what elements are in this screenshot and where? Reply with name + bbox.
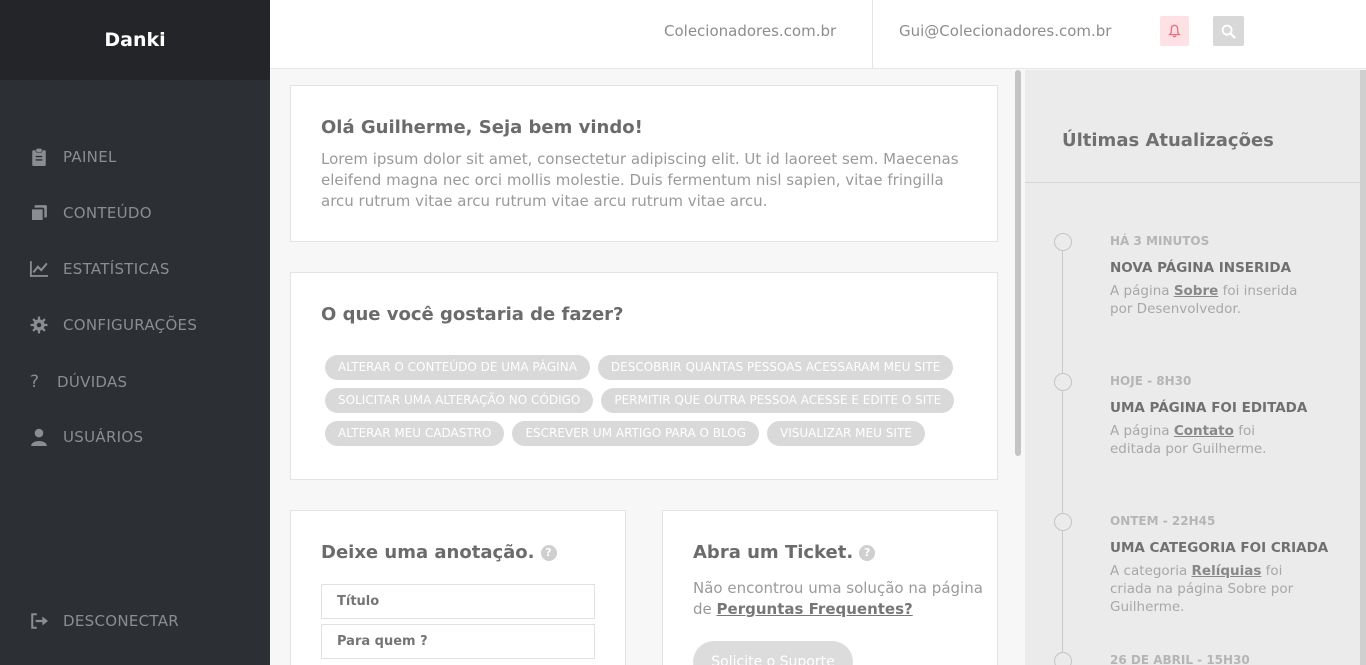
notifications-button[interactable] (1160, 16, 1189, 46)
updates-panel: Últimas Atualizações HÁ 3 MINUTOS NOVA P… (1025, 70, 1366, 665)
sidebar-item-painel[interactable]: PAINEL (30, 148, 117, 166)
action-chip[interactable]: ESCREVER UM ARTIGO PARA O BLOG (512, 421, 760, 446)
search-icon (1221, 24, 1236, 39)
event-time: HOJE - 8H30 (1110, 374, 1192, 388)
timeline-dot (1054, 373, 1072, 391)
top-bar: Colecionadores.com.br Gui@Colecionadores… (270, 0, 1366, 69)
action-chip[interactable]: ALTERAR O CONTEÚDO DE UMA PÁGINA (325, 355, 590, 380)
logout-label: DESCONECTAR (63, 612, 179, 630)
event-link[interactable]: Contato (1174, 423, 1234, 439)
brand-logo[interactable]: Danki (0, 0, 270, 80)
site-link[interactable]: Colecionadores.com.br (664, 22, 836, 40)
sign-out-icon (31, 613, 48, 629)
faq-link[interactable]: Perguntas Frequentes? (717, 600, 913, 618)
sidebar-item-label: PAINEL (63, 148, 117, 166)
event-link[interactable]: Sobre (1174, 283, 1218, 299)
note-title-input[interactable] (321, 584, 595, 619)
event-time: 26 DE ABRIL - 15H30 (1110, 653, 1250, 665)
event-title: UMA CATEGORIA FOI CRIADA (1110, 540, 1329, 556)
updates-title: Últimas Atualizações (1062, 130, 1274, 151)
sidebar-item-duvidas[interactable]: ? DÚVIDAS (30, 372, 127, 392)
timeline-line (1062, 242, 1063, 665)
help-icon[interactable]: ? (540, 544, 557, 561)
logout-button[interactable]: DESCONECTAR (30, 612, 179, 630)
action-chip[interactable]: PERMITIR QUE OUTRA PESSOA ACESSE E EDITE… (601, 388, 955, 413)
event-time: ONTEM - 22H45 (1110, 514, 1216, 528)
actions-title: O que você gostaria de fazer? (321, 304, 624, 325)
main-scrollbar[interactable] (1015, 70, 1021, 456)
clipboard-icon (32, 148, 46, 166)
timeline-dot (1054, 652, 1072, 665)
sidebar-item-configuracoes[interactable]: CONFIGURAÇÕES (30, 316, 197, 334)
note-heading: Deixe uma anotação. ? (321, 542, 557, 563)
help-icon[interactable]: ? (859, 544, 876, 561)
sidebar: Danki PAINEL CONTEÚDO ESTATÍSTICAS CONFI… (0, 0, 270, 665)
sidebar-item-label: CONTEÚDO (63, 204, 152, 222)
event-title: UMA PÁGINA FOI EDITADA (1110, 400, 1308, 416)
action-chip[interactable]: VISUALIZAR MEU SITE (767, 421, 925, 446)
question-icon: ? (30, 372, 40, 392)
user-icon (31, 428, 47, 446)
divider (872, 0, 873, 69)
chart-line-icon (30, 261, 48, 277)
event-text: A página Sobre foi inserida por Desenvol… (1110, 282, 1310, 318)
ticket-text: Não encontrou uma solução na página de P… (693, 578, 983, 620)
event-text-pre: A página (1110, 423, 1174, 439)
timeline-dot (1054, 233, 1072, 251)
welcome-card: Olá Guilherme, Seja bem vindo! Lorem ips… (290, 85, 998, 242)
note-recipient-input[interactable] (321, 624, 595, 659)
support-button[interactable]: Solicite o Suporte (693, 641, 853, 665)
event-link[interactable]: Relíquias (1192, 563, 1262, 579)
divider (1025, 182, 1366, 183)
note-title: Deixe uma anotação. (321, 542, 535, 563)
event-title: NOVA PÁGINA INSERIDA (1110, 260, 1292, 276)
sidebar-item-conteudo[interactable]: CONTEÚDO (30, 204, 152, 222)
action-chips: ALTERAR O CONTEÚDO DE UMA PÁGINA DESCOBR… (325, 355, 985, 454)
welcome-text: Lorem ipsum dolor sit amet, consectetur … (321, 150, 959, 210)
sidebar-item-estatisticas[interactable]: ESTATÍSTICAS (30, 260, 170, 278)
timeline-dot (1054, 513, 1072, 531)
gear-icon (30, 316, 48, 334)
sidebar-item-usuarios[interactable]: USUÁRIOS (30, 428, 143, 446)
action-chip[interactable]: SOLICITAR UMA ALTERAÇÃO NO CÓDIGO (325, 388, 594, 413)
event-text: A categoria Relíquias foi criada na pági… (1110, 562, 1310, 616)
event-time: HÁ 3 MINUTOS (1110, 234, 1210, 248)
note-card: Deixe uma anotação. ? (290, 510, 626, 665)
action-chip[interactable]: ALTERAR MEU CADASTRO (325, 421, 505, 446)
event-text-pre: A página (1110, 283, 1174, 299)
welcome-title: Olá Guilherme, Seja bem vindo! (321, 117, 643, 138)
ticket-card: Abra um Ticket. ? Não encontrou uma solu… (662, 510, 998, 665)
event-text: A página Contato foi editada por Guilher… (1110, 422, 1310, 458)
bell-icon (1168, 24, 1181, 38)
panel-scrollbar[interactable] (1360, 70, 1366, 665)
copy-icon (30, 205, 47, 222)
ticket-title: Abra um Ticket. (693, 542, 854, 563)
search-button[interactable] (1213, 16, 1244, 46)
event-text-pre: A categoria (1110, 563, 1192, 579)
actions-card: O que você gostaria de fazer? ALTERAR O … (290, 272, 998, 480)
sidebar-item-label: USUÁRIOS (63, 428, 144, 446)
sidebar-item-label: CONFIGURAÇÕES (63, 316, 198, 334)
sidebar-item-label: ESTATÍSTICAS (63, 260, 170, 278)
user-email[interactable]: Gui@Colecionadores.com.br (899, 22, 1111, 40)
sidebar-item-label: DÚVIDAS (57, 373, 128, 391)
ticket-heading: Abra um Ticket. ? (693, 542, 876, 563)
action-chip[interactable]: DESCOBRIR QUANTAS PESSOAS ACESSARAM MEU … (597, 355, 954, 380)
